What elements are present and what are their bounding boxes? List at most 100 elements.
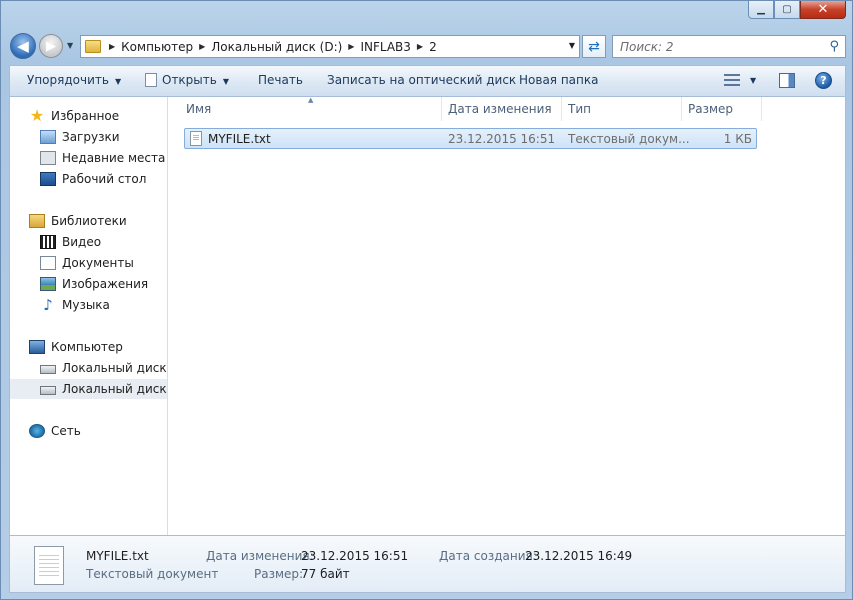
details-filename: MYFILE.txt (86, 549, 149, 563)
new-folder-label: Новая папка (519, 73, 599, 87)
preview-pane-icon[interactable] (779, 73, 795, 88)
star-icon: ★ (29, 106, 45, 125)
chevron-right-icon[interactable]: ▶ (109, 42, 115, 51)
arrow-left-icon: ◀ (17, 37, 29, 55)
search-icon[interactable]: ⚲ (829, 39, 839, 54)
column-header-modified[interactable]: Дата изменения (442, 97, 562, 121)
sidebar-item-recent-places[interactable]: Недавние места (10, 148, 167, 168)
organize-button[interactable]: Упорядочить ▼ (27, 73, 121, 87)
sidebar-item-music[interactable]: ♪ Музыка (10, 295, 167, 315)
sidebar-item-computer[interactable]: Компьютер (10, 337, 167, 357)
chevron-right-icon[interactable]: ▶ (417, 42, 423, 51)
details-filetype: Текстовый документ (86, 567, 219, 581)
forward-button[interactable]: ▶ (39, 34, 63, 58)
details-pane: MYFILE.txt Текстовый документ Дата измен… (9, 535, 846, 593)
text-file-icon (145, 73, 157, 87)
print-button[interactable]: Печать (258, 73, 303, 87)
open-button[interactable]: Открыть ▼ (145, 73, 229, 87)
column-header-label: Размер (688, 102, 734, 116)
column-header-type[interactable]: Тип (562, 97, 682, 121)
sidebar-item-downloads[interactable]: Загрузки (10, 127, 167, 147)
minimize-button[interactable]: ▁ (748, 1, 774, 19)
search-box[interactable]: ⚲ (612, 35, 846, 58)
chevron-right-icon[interactable]: ▶ (348, 42, 354, 51)
sidebar-item-label: Загрузки (62, 130, 120, 144)
sidebar-item-label: Рабочий стол (62, 172, 147, 186)
sidebar-item-network[interactable]: Сеть (10, 421, 167, 441)
column-header-label: Дата изменения (448, 102, 552, 116)
refresh-icon: ⇄ (588, 38, 600, 55)
column-header-label: Тип (568, 102, 591, 116)
details-size-label: Размер: (254, 567, 304, 581)
view-dropdown-icon[interactable]: ▼ (750, 76, 756, 85)
breadcrumb-drive-d[interactable]: Локальный диск (D:) (211, 40, 342, 54)
sidebar-item-label: Недавние места (62, 151, 166, 165)
maximize-icon: ▢ (782, 4, 792, 15)
breadcrumb-computer[interactable]: Компьютер (121, 40, 193, 54)
recent-pages-dropdown[interactable]: ▼ (67, 41, 73, 50)
pictures-icon (40, 277, 56, 291)
close-button[interactable]: ✕ (800, 1, 846, 19)
organize-label: Упорядочить (27, 73, 109, 87)
burn-label: Записать на оптический диск (327, 73, 517, 87)
chevron-down-icon: ▼ (114, 77, 122, 86)
details-modified-value: 23.12.2015 16:51 (301, 549, 409, 563)
column-header-label: Имя (186, 102, 212, 116)
command-bar: Упорядочить ▼ Открыть ▼ Печать Записать на… (9, 65, 846, 97)
navigation-pane: ★ Избранное Загрузки Недавние места Рабо… (10, 97, 168, 535)
recent-places-icon (40, 151, 56, 165)
file-type: Текстовый докум... (568, 132, 690, 146)
text-file-icon (190, 131, 202, 146)
sidebar-item-label: Сеть (51, 424, 81, 438)
music-icon: ♪ (43, 296, 53, 314)
sidebar-item-libraries[interactable]: Библиотеки (10, 211, 167, 231)
details-created-value: 23.12.2015 16:49 (525, 549, 633, 563)
sidebar-item-label: Библиотеки (51, 214, 127, 228)
sidebar-item-label: Локальный диск (D (62, 382, 167, 396)
sidebar-item-documents[interactable]: Документы (10, 253, 167, 273)
breadcrumb-2[interactable]: 2 (429, 40, 437, 54)
file-name: MYFILE.txt (208, 132, 271, 146)
sidebar-item-label: Локальный диск (C (62, 361, 167, 375)
address-bar[interactable]: ▶ Компьютер ▶ Локальный диск (D:) ▶ INFL… (80, 35, 580, 58)
libraries-icon (29, 214, 45, 228)
search-input[interactable] (620, 39, 820, 54)
change-view-icon[interactable] (724, 74, 740, 86)
sidebar-item-videos[interactable]: Видео (10, 232, 167, 252)
sidebar-item-desktop[interactable]: Рабочий стол (10, 169, 167, 189)
downloads-folder-icon (40, 130, 56, 144)
back-button[interactable]: ◀ (10, 33, 36, 59)
sidebar-item-drive-c[interactable]: Локальный диск (C (10, 358, 167, 378)
sidebar-item-label: Изображения (62, 277, 149, 291)
help-icon[interactable]: ? (815, 72, 832, 89)
address-dropdown-icon[interactable]: ▼ (569, 41, 575, 50)
chevron-right-icon[interactable]: ▶ (199, 42, 205, 51)
sidebar-item-label: Документы (62, 256, 134, 270)
column-header-size[interactable]: Размер (682, 97, 762, 121)
file-row[interactable]: MYFILE.txt 23.12.2015 16:51 Текстовый до… (184, 128, 757, 149)
print-label: Печать (258, 73, 303, 87)
sidebar-item-favorites[interactable]: ★ Избранное (10, 106, 167, 126)
maximize-button[interactable]: ▢ (774, 1, 800, 19)
document-icon (40, 256, 56, 270)
breadcrumb-inflab3[interactable]: INFLAB3 (360, 40, 410, 54)
sort-ascending-icon: ▲ (308, 96, 314, 104)
folder-icon (85, 40, 101, 53)
new-folder-button[interactable]: Новая папка (519, 73, 598, 87)
sidebar-item-pictures[interactable]: Изображения (10, 274, 167, 294)
sidebar-item-drive-d[interactable]: Локальный диск (D (10, 379, 167, 399)
column-header-name[interactable]: Имя ▲ (168, 96, 442, 121)
text-file-icon (34, 546, 64, 585)
file-modified: 23.12.2015 16:51 (448, 132, 556, 146)
network-icon (29, 424, 45, 438)
chevron-down-icon: ▼ (222, 77, 229, 86)
sidebar-item-label: Компьютер (51, 340, 123, 354)
hard-drive-icon (40, 365, 56, 374)
desktop-icon (40, 172, 56, 186)
navigation-bar: ◀ ▶ ▼ ▶ Компьютер ▶ Локальный диск (D:) … (9, 32, 846, 62)
details-size-value: 77 байт (301, 567, 350, 581)
burn-button[interactable]: Записать на оптический диск (327, 73, 516, 87)
explorer-window: ▁ ▢ ✕ ◀ ▶ ▼ ▶ Компьютер ▶ Локальный диск… (0, 0, 853, 600)
refresh-button[interactable]: ⇄ (582, 35, 606, 58)
minimize-icon: ▁ (757, 4, 765, 15)
